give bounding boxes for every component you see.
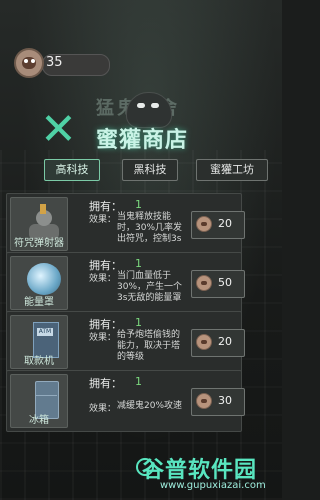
shop-item-card: 能量罩 拥有： 1 效果： 当门血量低于30%，产生一个3s无敌的能量罩 50 xyxy=(6,252,245,314)
coin-icon xyxy=(196,275,212,291)
item-icon-box[interactable]: ATM 取款机 xyxy=(10,315,68,369)
watermark-url: www.gupuxiazai.com xyxy=(160,480,266,491)
effect-label: 效果： xyxy=(89,333,117,343)
shop-title: 猛鬼宿舍 ✕ 蜜獾商店 xyxy=(40,92,240,158)
shop-item-card: ATM 取款机 拥有： 1 效果： 给予炮塔偷钱的能力，取决于塔的等级 20 xyxy=(6,311,245,373)
owned-label: 拥有： xyxy=(89,377,122,390)
effect-label: 效果： xyxy=(89,215,117,225)
buy-button[interactable]: 20 xyxy=(191,211,245,239)
effect-label: 效果： xyxy=(89,404,117,414)
item-name: 符咒弹射器 xyxy=(14,238,64,249)
tab-black-tech[interactable]: 黑科技 xyxy=(122,159,178,181)
honey-badger-coin-icon xyxy=(14,48,44,78)
effect-text: 给予炮塔偷钱的能力，取决于塔的等级 xyxy=(117,330,181,362)
item-name: 取款机 xyxy=(24,356,54,367)
shop-item-card: 冰箱 拥有： 1 效果： 减缓鬼20%攻速 30 xyxy=(6,370,245,432)
coin-icon xyxy=(196,393,212,409)
buy-button[interactable]: 30 xyxy=(191,388,245,416)
item-name: 能量罩 xyxy=(24,297,54,308)
owned-count: 1 xyxy=(135,375,142,388)
price: 20 xyxy=(218,217,232,230)
item-name: 冰箱 xyxy=(29,415,49,426)
buy-button[interactable]: 50 xyxy=(191,270,245,298)
coin-icon xyxy=(196,216,212,232)
effect-label: 效果： xyxy=(89,274,117,284)
owned-count: 1 xyxy=(135,257,142,270)
item-icon-box[interactable]: 冰箱 xyxy=(10,374,68,428)
price: 30 xyxy=(218,394,232,407)
tab-honey-badger-workshop[interactable]: 蜜獾工坊 xyxy=(196,159,268,181)
coin-icon xyxy=(196,334,212,350)
coin-value: 35 xyxy=(46,55,63,70)
price: 50 xyxy=(218,276,232,289)
effect-text: 当鬼释放技能时，30%几率发出符咒，控制3s xyxy=(117,212,183,244)
buy-button[interactable]: 20 xyxy=(191,329,245,357)
owned-count: 1 xyxy=(135,316,142,329)
item-icon-box[interactable]: 能量罩 xyxy=(10,256,68,310)
page-title: 蜜獾商店 xyxy=(96,128,189,153)
effect-text: 当门血量低于30%，产生一个3s无敌的能量罩 xyxy=(117,271,183,303)
tab-high-tech[interactable]: 高科技 xyxy=(44,159,100,181)
close-x-icon[interactable]: ✕ xyxy=(40,108,77,152)
item-icon-box[interactable]: 符咒弹射器 xyxy=(10,197,68,251)
price: 20 xyxy=(218,335,232,348)
owned-count: 1 xyxy=(135,198,142,211)
shop-item-card: 符咒弹射器 拥有： 1 效果： 当鬼释放技能时，30%几率发出符咒，控制3s 2… xyxy=(6,193,245,255)
